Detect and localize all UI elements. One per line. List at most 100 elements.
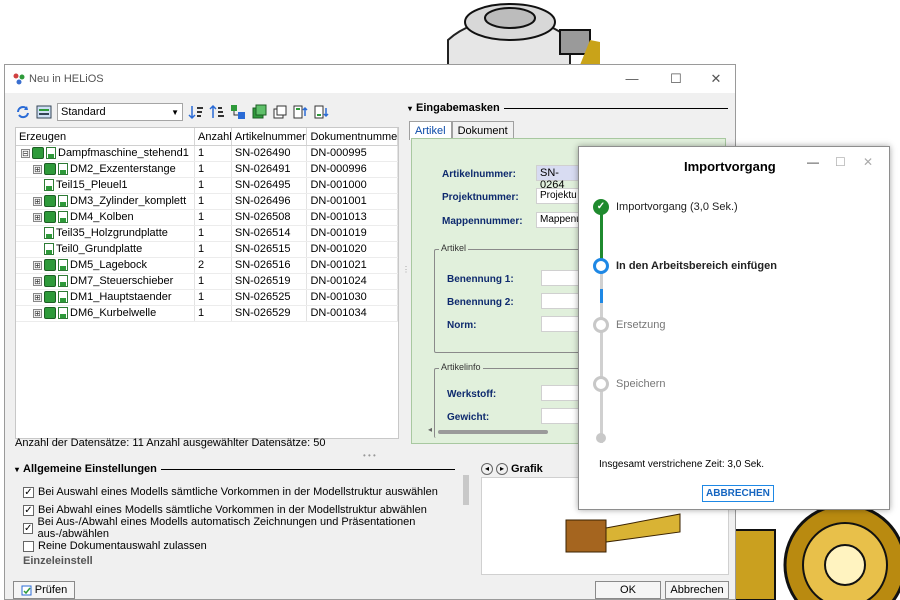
item-name: DM7_Steuerschieber [70,275,174,287]
settings-vertical-scrollbar[interactable] [463,475,469,505]
item-document-number: DN-001024 [307,274,398,289]
expand-toggle-icon[interactable]: ⊞ [33,308,42,318]
expand-toggle-icon[interactable]: ⊞ [33,260,42,270]
chevron-down-icon: ▼ [171,107,179,117]
pruefen-button[interactable]: Prüfen [13,581,75,599]
projektnummer-label: Projektnummer: [442,192,519,203]
form-horizontal-scrollbar[interactable]: ◂ [428,425,580,435]
maximize-button[interactable]: ☐ [661,69,691,89]
item-count: 1 [195,178,232,193]
expand-toggle-icon[interactable]: ⊞ [33,276,42,286]
checkbox[interactable]: ✓ [23,486,34,498]
view-select-value: Standard [61,106,106,118]
item-document-number: DN-000995 [307,146,398,161]
dialog-maximize-button[interactable]: ☐ [835,155,846,169]
chevron-right-icon[interactable]: ▸ [496,463,508,475]
minimize-button[interactable]: — [617,69,647,89]
expand-toggle-icon[interactable]: ⊟ [21,148,30,158]
artikel-group: Artikel Benennung 1: Benennung 2: Norm: [434,243,595,353]
view-select[interactable]: Standard ▼ [57,103,183,121]
elapsed-time: Insgesamt verstrichene Zeit: 3,0 Sek. [599,459,765,470]
abbrechen-button[interactable]: Abbrechen [665,581,729,599]
list-down-icon[interactable] [314,104,330,120]
einzeleinstellungen-header: Einzeleinstell [15,555,464,567]
table-row[interactable]: ⊞ DM6_Kurbelwelle 1 SN-026529 DN-001034 [16,306,398,322]
item-name: Dampfmaschine_stehend1 [58,147,189,159]
table-row[interactable]: ⊞ DM2_Exzenterstange 1 SN-026491 DN-000996 [16,162,398,178]
sort-down-icon[interactable] [188,104,204,120]
helios-logo-icon [13,73,25,85]
collapse-icon[interactable]: ▾ [408,104,412,113]
toolbar: Standard ▼ [15,101,399,123]
part-icon [58,163,68,175]
item-count: 1 [195,226,232,241]
chevron-left-icon[interactable]: ◂ [481,463,493,475]
select-tree-icon[interactable] [230,104,246,120]
option-label: Bei Abwahl eines Modells sämtliche Vorko… [38,504,427,516]
checkbox[interactable]: ✓ [23,504,34,516]
artikelinfo-group: Artikelinfo Werkstoff: Gewicht: [434,362,595,438]
table-header: Erzeugen Anzahl Artikelnummer Dokumentnu… [16,128,398,146]
expand-toggle-icon[interactable]: ⊞ [33,212,42,222]
table-row[interactable]: Teil0_Grundplatte 1 SN-026515 DN-001020 [16,242,398,258]
vertical-splitter-handle[interactable]: ⋮ [402,265,410,274]
item-article-number: SN-026490 [232,146,308,161]
list-up-icon[interactable] [293,104,309,120]
item-document-number: DN-001001 [307,194,398,209]
dialog-cancel-button[interactable]: ABBRECHEN [702,485,774,502]
dialog-minimize-button[interactable]: — [807,155,819,169]
table-row[interactable]: ⊞ DM5_Lagebock 2 SN-026516 DN-001021 [16,258,398,274]
column-header-erzeugen[interactable]: Erzeugen [16,128,196,145]
expand-toggle-icon[interactable]: ⊞ [33,196,42,206]
assembly-icon [44,259,56,271]
item-name: DM3_Zylinder_komplett [70,195,187,207]
checkbox[interactable]: ✓ [23,522,34,534]
window-title: Neu in HELiOS [29,73,104,85]
part-icon [44,227,54,239]
table-row[interactable]: Teil15_Pleuel1 1 SN-026495 DN-001000 [16,178,398,194]
dialog-close-button[interactable]: ✕ [863,155,873,169]
option-zeichnungen-praesentationen[interactable]: ✓ Bei Aus-/Abwahl eines Modells automatis… [15,516,464,540]
expand-toggle-icon[interactable]: ⊞ [33,164,42,174]
item-count: 1 [195,162,232,177]
item-document-number: DN-000996 [307,162,398,177]
table-row[interactable]: ⊞ DM3_Zylinder_komplett 1 SN-026496 DN-00100… [16,194,398,210]
part-icon [58,291,68,303]
expand-toggle-icon[interactable]: ⊞ [33,292,42,302]
table-row[interactable]: Teil35_Holzgrundplatte 1 SN-026514 DN-00101… [16,226,398,242]
checkbox[interactable] [23,540,34,552]
item-document-number: DN-001000 [307,178,398,193]
item-name: Teil15_Pleuel1 [56,179,128,191]
item-document-number: DN-001013 [307,210,398,225]
settings-title: Allgemeine Einstellungen [23,463,157,475]
item-count: 1 [195,274,232,289]
assembly-icon[interactable] [251,104,267,120]
option-label: Bei Aus-/Abwahl eines Modells automatisc… [37,516,416,540]
option-auswahl-vorkommen[interactable]: ✓ Bei Auswahl eines Modells sämtliche Vor… [15,483,464,501]
close-button[interactable]: ✕ [701,69,731,89]
benennung1-label: Benennung 1: [447,274,514,285]
item-count: 1 [195,146,232,161]
item-name: Teil0_Grundplatte [56,243,143,255]
table-row[interactable]: ⊞ DM7_Steuerschieber 1 SN-026519 DN-001024 [16,274,398,290]
table-row[interactable]: ⊞ DM1_Hauptstaender 1 SN-026525 DN-001030 [16,290,398,306]
assembly-icon [32,147,44,159]
column-header-anzahl[interactable]: Anzahl [195,128,232,145]
collapse-icon[interactable]: ▾ [15,465,19,474]
table-row[interactable]: ⊟ Dampfmaschine_stehend1 1 SN-026490 DN-0009… [16,146,398,162]
copy-icon[interactable] [272,104,288,120]
ok-button[interactable]: OK [595,581,661,599]
artikel-group-title: Artikel [439,243,469,253]
splitter-handle[interactable]: • • • [363,451,376,460]
sort-up-icon[interactable] [209,104,225,120]
properties-icon[interactable] [36,104,52,120]
item-article-number: SN-026525 [232,290,308,305]
table-row[interactable]: ⊞ DM4_Kolben 1 SN-026508 DN-001013 [16,210,398,226]
part-icon [58,211,68,223]
import-dialog: Importvorgang — ☐ ✕ ✓ Importvorgang (3,0… [578,146,890,510]
step-done-check-icon: ✓ [593,199,609,215]
column-header-dokumentnummer[interactable]: Dokumentnummer [307,128,398,145]
grafik-title: Grafik [511,463,543,475]
refresh-icon[interactable] [15,104,31,120]
column-header-artikelnummer[interactable]: Artikelnummer [232,128,308,145]
